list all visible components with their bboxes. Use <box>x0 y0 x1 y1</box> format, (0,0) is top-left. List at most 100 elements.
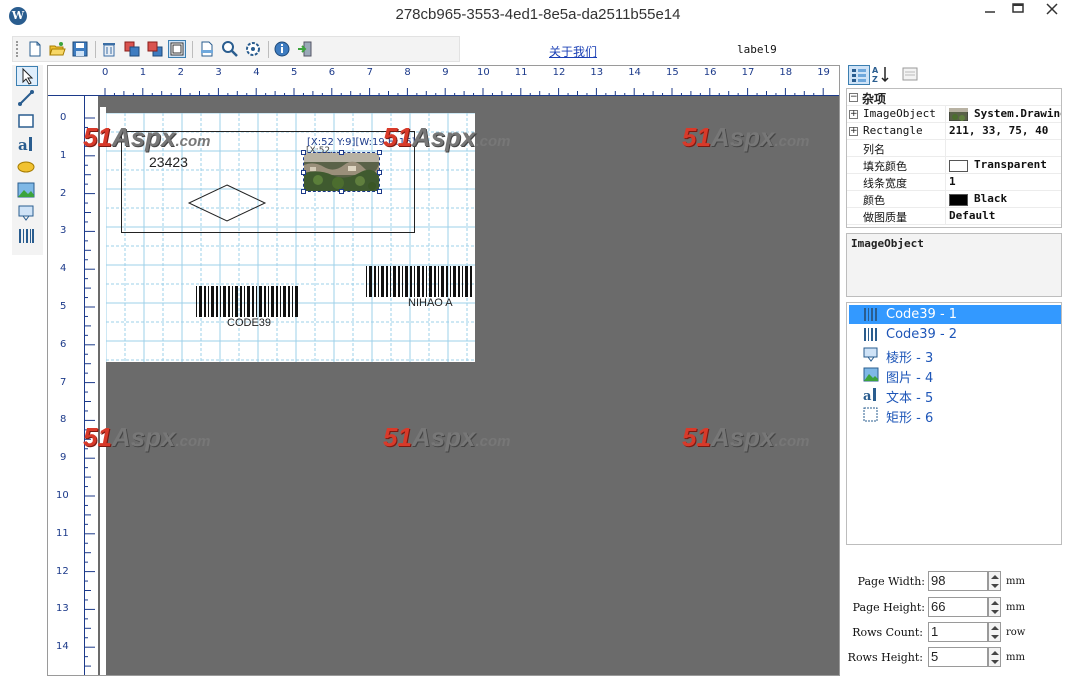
spin-down-icon[interactable] <box>991 635 999 639</box>
ruler-number: 7 <box>366 67 373 78</box>
spin-up-icon[interactable] <box>991 601 999 605</box>
diamond-object[interactable] <box>187 184 267 222</box>
watermark: 51Aspx.com <box>682 122 810 152</box>
rows-count-spinner[interactable] <box>988 622 1001 642</box>
new-button[interactable] <box>26 40 44 58</box>
text-tool[interactable]: a <box>16 135 38 155</box>
spin-down-icon[interactable] <box>991 584 999 588</box>
list-item[interactable]: 棱形 - 3 <box>849 345 1061 366</box>
list-item[interactable]: 图片 - 4 <box>849 365 1061 386</box>
resize-handle[interactable] <box>301 170 306 175</box>
property-row-color[interactable]: 颜色 Black <box>847 191 1061 208</box>
ruler-number: 5 <box>60 301 67 312</box>
ruler-number: 12 <box>56 565 69 577</box>
settings-button[interactable] <box>244 40 262 58</box>
resize-handle[interactable] <box>377 170 382 175</box>
ruler-number: 17 <box>741 67 755 78</box>
barcode-object-1[interactable] <box>196 286 300 317</box>
categorized-button[interactable] <box>848 65 870 85</box>
expand-icon[interactable]: + <box>849 127 858 136</box>
alphabetical-button[interactable]: AZ <box>871 65 893 85</box>
barcode-tool[interactable] <box>16 227 38 247</box>
close-icon <box>1046 3 1058 15</box>
resize-handle[interactable] <box>339 150 344 155</box>
about-us-link[interactable]: 关于我们 <box>549 43 597 60</box>
rows-count-input[interactable]: 1 <box>928 622 988 642</box>
zoom-button[interactable] <box>221 40 239 58</box>
page-width-unit: mm <box>1006 576 1025 587</box>
resize-handle[interactable] <box>301 189 306 194</box>
property-pages-button[interactable] <box>900 65 922 85</box>
spin-up-icon[interactable] <box>991 575 999 579</box>
image-object[interactable] <box>301 150 382 194</box>
picture-icon <box>17 182 35 198</box>
bring-front-button[interactable] <box>123 40 141 58</box>
close-button[interactable] <box>1030 0 1074 24</box>
spin-down-icon[interactable] <box>991 660 999 664</box>
diamond-icon <box>863 347 878 362</box>
line-tool[interactable] <box>16 89 38 109</box>
grid-icon <box>170 42 184 56</box>
rows-height-spinner[interactable] <box>988 647 1001 667</box>
rectangle-tool[interactable] <box>16 112 38 132</box>
diamond-tool[interactable] <box>16 204 38 224</box>
property-row-rectangle[interactable]: + Rectangle 211, 33, 75, 40 <box>847 123 1061 140</box>
toolbar-grip[interactable] <box>16 41 19 57</box>
spin-up-icon[interactable] <box>991 626 999 630</box>
property-category[interactable]: − 杂项 <box>847 89 1061 106</box>
property-row-quality[interactable]: 做图质量 Default <box>847 208 1061 225</box>
send-back-button[interactable] <box>146 40 164 58</box>
zoom-icon <box>222 41 238 57</box>
spin-up-icon[interactable] <box>991 651 999 655</box>
ellipse-tool[interactable] <box>16 158 38 178</box>
maximize-icon <box>1012 3 1024 13</box>
resize-handle[interactable] <box>339 189 344 194</box>
property-row-column-name[interactable]: 列名 <box>847 140 1061 157</box>
object-list[interactable]: Code39 - 1 Code39 - 2 棱形 - 3 图片 - 4 a 文本… <box>846 302 1062 545</box>
image-thumbnail-icon <box>949 108 968 121</box>
picture-tool[interactable] <box>16 181 38 201</box>
ruler-number: 6 <box>328 67 336 78</box>
resize-handle[interactable] <box>301 150 306 155</box>
pointer-tool[interactable] <box>16 66 38 86</box>
property-row-fill-color[interactable]: 填充颜色 Transparent <box>847 157 1061 174</box>
barcode-object-2[interactable] <box>366 266 475 297</box>
ruler-number: 15 <box>666 67 679 78</box>
rows-height-label: Rows Height: <box>847 651 923 664</box>
info-button[interactable] <box>273 40 291 58</box>
list-item[interactable]: Code39 - 1 <box>849 305 1061 324</box>
list-item[interactable]: a 文本 - 5 <box>849 385 1061 406</box>
ruler-number: 9 <box>60 452 67 464</box>
ruler-number: 11 <box>514 67 528 78</box>
settings-icon <box>246 42 260 56</box>
save-button[interactable] <box>71 40 89 58</box>
barcode-1-text: CODE39 <box>227 317 272 329</box>
design-canvas[interactable]: 0 1 2 3 4 5 6 7 8 9 10 11 12 13 14 15 16 17 18 19 012345678… <box>47 65 840 676</box>
page-width-input[interactable]: 98 <box>928 571 988 591</box>
ruler-number: 19 <box>817 67 830 78</box>
grid-toggle-button[interactable] <box>168 40 186 58</box>
property-grid[interactable]: − 杂项 + ImageObject System.Drawing + Rect… <box>846 88 1062 228</box>
rows-height-input[interactable]: 5 <box>928 647 988 667</box>
property-row-imageobject[interactable]: + ImageObject System.Drawing <box>847 106 1061 123</box>
property-row-line-width[interactable]: 线条宽度 1 <box>847 174 1061 191</box>
watermark: 51Aspx.com <box>83 122 211 152</box>
barcode-icon <box>19 229 34 243</box>
collapse-icon[interactable]: − <box>849 93 858 102</box>
list-item[interactable]: 矩形 - 6 <box>849 405 1061 426</box>
ruler-number: 18 <box>779 67 793 78</box>
list-item[interactable]: Code39 - 2 <box>849 325 1061 344</box>
page-height-spinner[interactable] <box>988 597 1001 617</box>
spin-down-icon[interactable] <box>991 610 999 614</box>
resize-handle[interactable] <box>377 150 382 155</box>
page-width-spinner[interactable] <box>988 571 1001 591</box>
expand-icon[interactable]: + <box>849 110 858 119</box>
delete-button[interactable] <box>100 40 118 58</box>
open-button[interactable] <box>48 40 66 58</box>
exit-button[interactable] <box>296 40 314 58</box>
page-height-input[interactable]: 66 <box>928 597 988 617</box>
page-setup-button[interactable] <box>198 40 216 58</box>
text-object[interactable]: 23423 <box>149 154 188 170</box>
ruler-number: 12 <box>552 67 566 78</box>
resize-handle[interactable] <box>377 189 382 194</box>
